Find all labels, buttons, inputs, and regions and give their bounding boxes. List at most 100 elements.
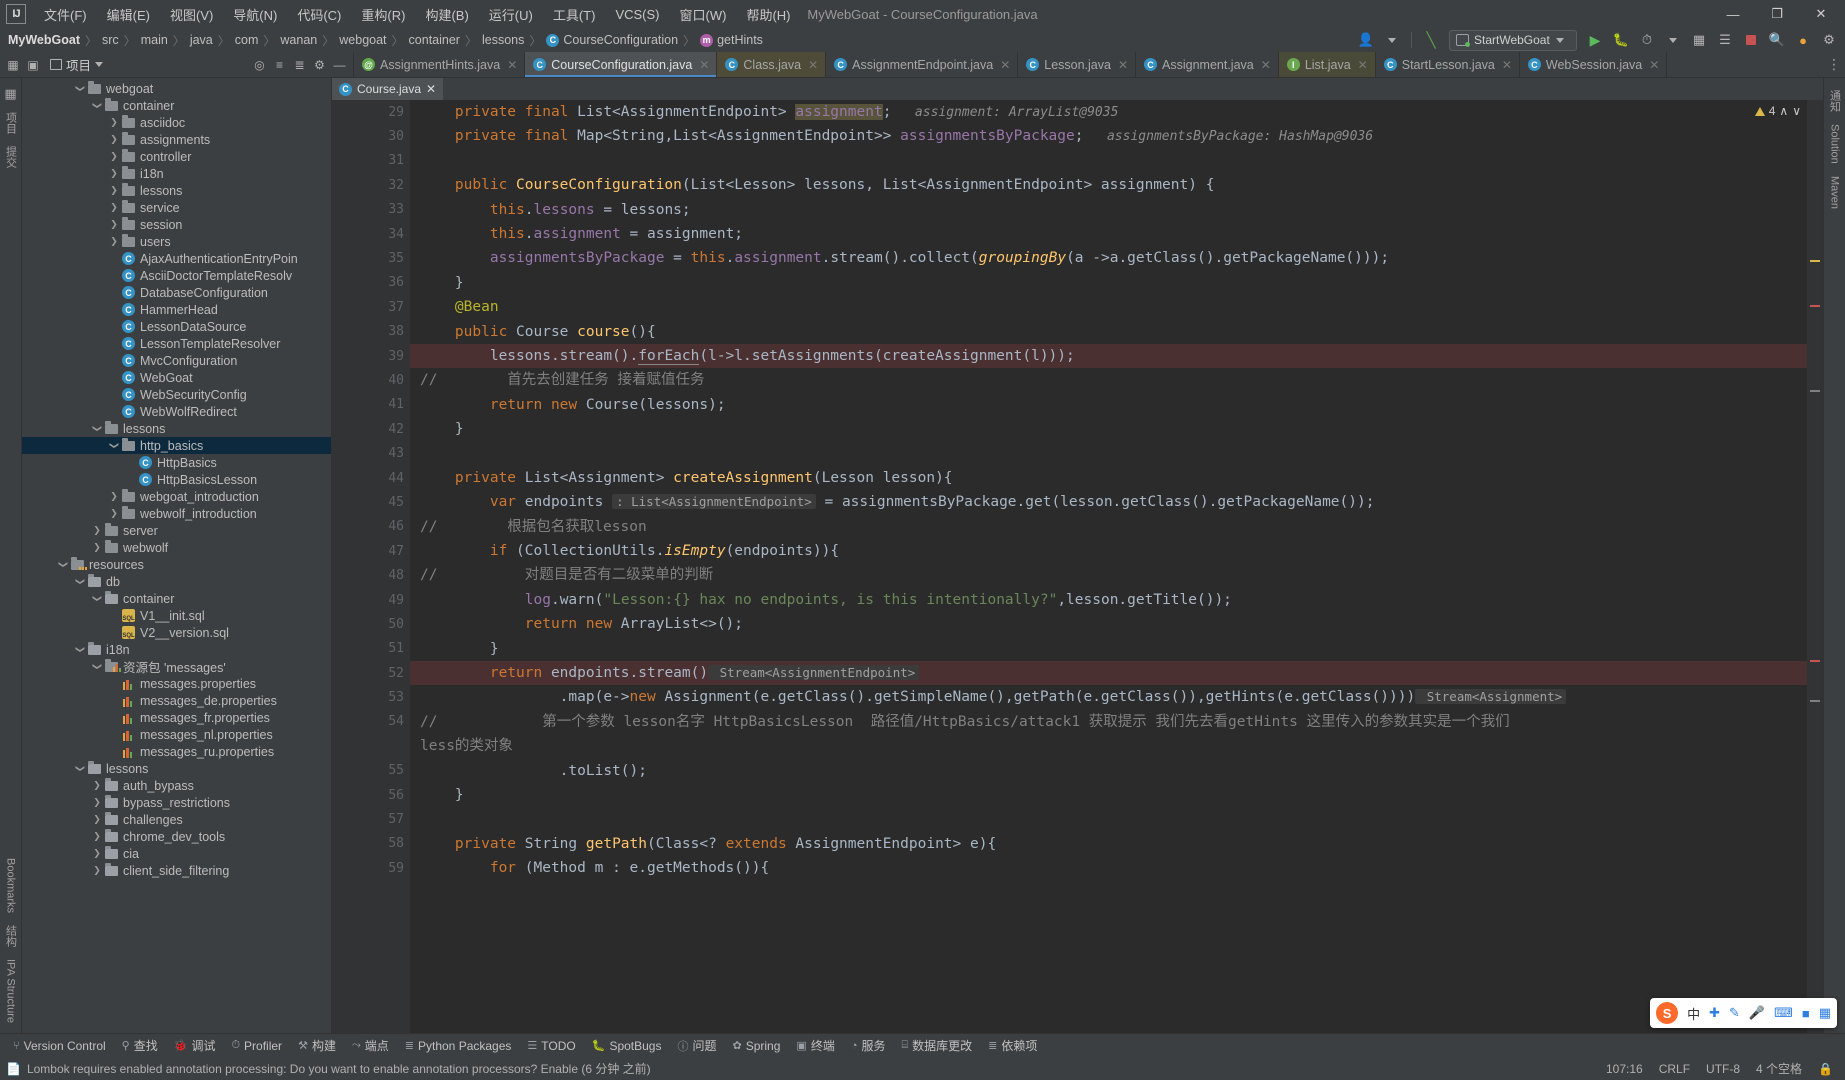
gutter-line[interactable]: 36 bbox=[332, 271, 410, 295]
gutter-line[interactable]: 53 bbox=[332, 685, 410, 709]
code-line[interactable]: @Bean bbox=[420, 295, 1807, 319]
gutter-line[interactable]: 48 bbox=[332, 563, 410, 587]
tool-window-spring[interactable]: ✿ Spring bbox=[726, 1037, 788, 1055]
code-line[interactable]: private String getPath(Class<? extends A… bbox=[420, 832, 1807, 856]
chevron-right-icon[interactable]: ❯ bbox=[90, 542, 104, 553]
ime-mode-label[interactable]: 中 bbox=[1687, 1004, 1700, 1023]
gutter-line[interactable]: 43 bbox=[332, 441, 410, 465]
tree-node-messages_ru-properties[interactable]: messages_ru.properties bbox=[22, 743, 331, 760]
tree-node-users[interactable]: ❯ users bbox=[22, 233, 331, 250]
gutter-line[interactable]: 47 bbox=[332, 539, 410, 563]
tool-window---[interactable]: ▣ 终端 bbox=[789, 1035, 841, 1056]
tree-node-webwolf[interactable]: ❯ webwolf bbox=[22, 539, 331, 556]
editor-tab-class[interactable]: C Class.java ✕ bbox=[717, 52, 827, 77]
expand-all-icon[interactable]: ≣ bbox=[291, 56, 308, 73]
chevron-right-icon[interactable]: ❯ bbox=[107, 151, 121, 162]
keyboard-icon[interactable]: ⌨ bbox=[1774, 1005, 1793, 1021]
close-icon[interactable]: ✕ bbox=[507, 58, 517, 72]
minimize-button[interactable]: — bbox=[1711, 0, 1755, 28]
code-line[interactable]: // 根据包名获取lesson bbox=[420, 515, 1807, 539]
editor-tab-assignmentendpoint[interactable]: C AssignmentEndpoint.java ✕ bbox=[826, 52, 1019, 77]
breadcrumb-item-com[interactable]: com bbox=[235, 33, 259, 47]
rail-label-maven[interactable]: Maven bbox=[1829, 170, 1841, 215]
tree-node-service[interactable]: ❯ service bbox=[22, 199, 331, 216]
tool-window-icon[interactable]: ▦ bbox=[4, 56, 22, 74]
chevron-right-icon[interactable]: ❯ bbox=[107, 134, 121, 145]
menu-edit[interactable]: 编辑(E) bbox=[97, 1, 160, 28]
tool-window---[interactable]: ⚒ 构建 bbox=[291, 1035, 343, 1056]
code-line[interactable] bbox=[420, 441, 1807, 465]
tree-node-messages-properties[interactable]: messages.properties bbox=[22, 675, 331, 692]
prev-problem-icon[interactable]: ∧ bbox=[1779, 104, 1788, 118]
close-icon[interactable]: ✕ bbox=[1118, 58, 1128, 72]
menu-navigate[interactable]: 导航(N) bbox=[223, 1, 287, 28]
tree-node-controller[interactable]: ❯ controller bbox=[22, 148, 331, 165]
locate-icon[interactable]: ◎ bbox=[251, 56, 268, 73]
tree-node-httpbasicslesson[interactable]: C HttpBasicsLesson bbox=[22, 471, 331, 488]
gutter-line[interactable]: 42 bbox=[332, 417, 410, 441]
gutter-line[interactable]: 35 bbox=[332, 246, 410, 270]
tool-window-spotbugs[interactable]: 🐛 SpotBugs bbox=[585, 1037, 669, 1055]
editor-tab-websession[interactable]: C WebSession.java ✕ bbox=[1520, 52, 1668, 77]
chevron-down-icon[interactable]: ❯ bbox=[75, 643, 86, 657]
line-separator[interactable]: CRLF bbox=[1659, 1062, 1690, 1076]
tool-window-version-control[interactable]: ⑂ Version Control bbox=[6, 1037, 113, 1055]
breadcrumb-item-lessons[interactable]: lessons bbox=[482, 33, 524, 47]
rail-label-solution[interactable]: Solution bbox=[1829, 118, 1841, 170]
chevron-right-icon[interactable]: ❯ bbox=[90, 797, 104, 808]
tree-node------messages-[interactable]: ❯ 资源包 'messages' bbox=[22, 658, 331, 675]
code-line[interactable]: public CourseConfiguration(List<Lesson> … bbox=[420, 173, 1807, 197]
tree-node-challenges[interactable]: ❯ challenges bbox=[22, 811, 331, 828]
code-line[interactable]: assignmentsByPackage = this.assignment.s… bbox=[420, 246, 1807, 270]
code-line[interactable]: .toList(); bbox=[420, 759, 1807, 783]
menu-code[interactable]: 代码(C) bbox=[287, 1, 351, 28]
code-line[interactable]: // 首先去创建任务 接着赋值任务 bbox=[420, 368, 1807, 392]
tree-node-lessondatasource[interactable]: C LessonDataSource bbox=[22, 318, 331, 335]
editor-tab-list[interactable]: I List.java ✕ bbox=[1278, 52, 1376, 77]
tool-window---[interactable]: ⤳ 端点 bbox=[345, 1035, 396, 1056]
source-code[interactable]: private final List<AssignmentEndpoint> a… bbox=[410, 100, 1807, 1033]
code-line[interactable]: less的类对象 bbox=[420, 734, 1807, 758]
gutter-line[interactable]: 57 bbox=[332, 807, 410, 831]
gutter-line[interactable]: 58@ bbox=[332, 832, 410, 856]
tool-window---[interactable]: ◔ 服务 bbox=[844, 1035, 893, 1056]
chevron-right-icon[interactable]: ❯ bbox=[107, 491, 121, 502]
user-icon[interactable]: 👤 bbox=[1354, 29, 1378, 51]
close-icon[interactable]: ✕ bbox=[1261, 58, 1271, 72]
tab-overflow-button[interactable]: ⋮ bbox=[1827, 52, 1845, 77]
chevron-down-icon[interactable] bbox=[1661, 29, 1685, 51]
rail-label-notifications[interactable]: 通知 bbox=[1827, 84, 1843, 118]
square-icon[interactable]: ■ bbox=[1802, 1006, 1810, 1021]
editor-tab-startlesson[interactable]: C StartLesson.java ✕ bbox=[1376, 52, 1520, 77]
plus-icon[interactable]: ✚ bbox=[1709, 1005, 1720, 1021]
rail-label-structure[interactable]: 结构 bbox=[3, 919, 19, 953]
tree-node-webwolf_introduction[interactable]: ❯ webwolf_introduction bbox=[22, 505, 331, 522]
search-icon[interactable]: 🔍 bbox=[1765, 29, 1789, 51]
grid-icon[interactable]: ▦ bbox=[1819, 1005, 1831, 1021]
tree-node-asciidoctortemplateresolv[interactable]: C AsciiDoctorTemplateResolv bbox=[22, 267, 331, 284]
gutter-line[interactable]: 30 bbox=[332, 124, 410, 148]
code-line[interactable]: log.warn("Lesson:{} hax no endpoints, is… bbox=[420, 588, 1807, 612]
gutter-line[interactable]: 46 bbox=[332, 515, 410, 539]
code-editor[interactable]: 29 30 31 32 33 34 35 36 37⌘ 38 39◉ 40 41 42 43 44@ 45 46 4… bbox=[332, 100, 1823, 1033]
code-line[interactable]: this.assignment = assignment; bbox=[420, 222, 1807, 246]
gutter-line[interactable]: 32 bbox=[332, 173, 410, 197]
breadcrumb-item-container[interactable]: container bbox=[409, 33, 460, 47]
chevron-down-icon[interactable]: ❯ bbox=[109, 439, 120, 453]
inspection-widget[interactable]: 4 ∧ ∨ bbox=[1754, 104, 1801, 118]
run-icon[interactable]: ▶ bbox=[1583, 29, 1607, 51]
gutter-line[interactable]: 34 bbox=[332, 222, 410, 246]
gutter-line[interactable]: 59 bbox=[332, 856, 410, 880]
debug-icon[interactable]: 🐛 bbox=[1609, 29, 1633, 51]
code-line[interactable]: private final List<AssignmentEndpoint> a… bbox=[420, 100, 1807, 124]
breadcrumb-item-webgoat[interactable]: webgoat bbox=[339, 33, 386, 47]
menu-run[interactable]: 运行(U) bbox=[479, 1, 543, 28]
tree-node-bypass_restrictions[interactable]: ❯ bypass_restrictions bbox=[22, 794, 331, 811]
tree-node-asciidoc[interactable]: ❯ asciidoc bbox=[22, 114, 331, 131]
code-line[interactable]: this.lessons = lessons; bbox=[420, 198, 1807, 222]
close-icon[interactable]: ✕ bbox=[1502, 58, 1512, 72]
tree-node-messages_nl-properties[interactable]: messages_nl.properties bbox=[22, 726, 331, 743]
gutter-line[interactable]: 54 bbox=[332, 710, 410, 734]
chevron-right-icon[interactable]: ❯ bbox=[90, 780, 104, 791]
tree-node-session[interactable]: ❯ session bbox=[22, 216, 331, 233]
